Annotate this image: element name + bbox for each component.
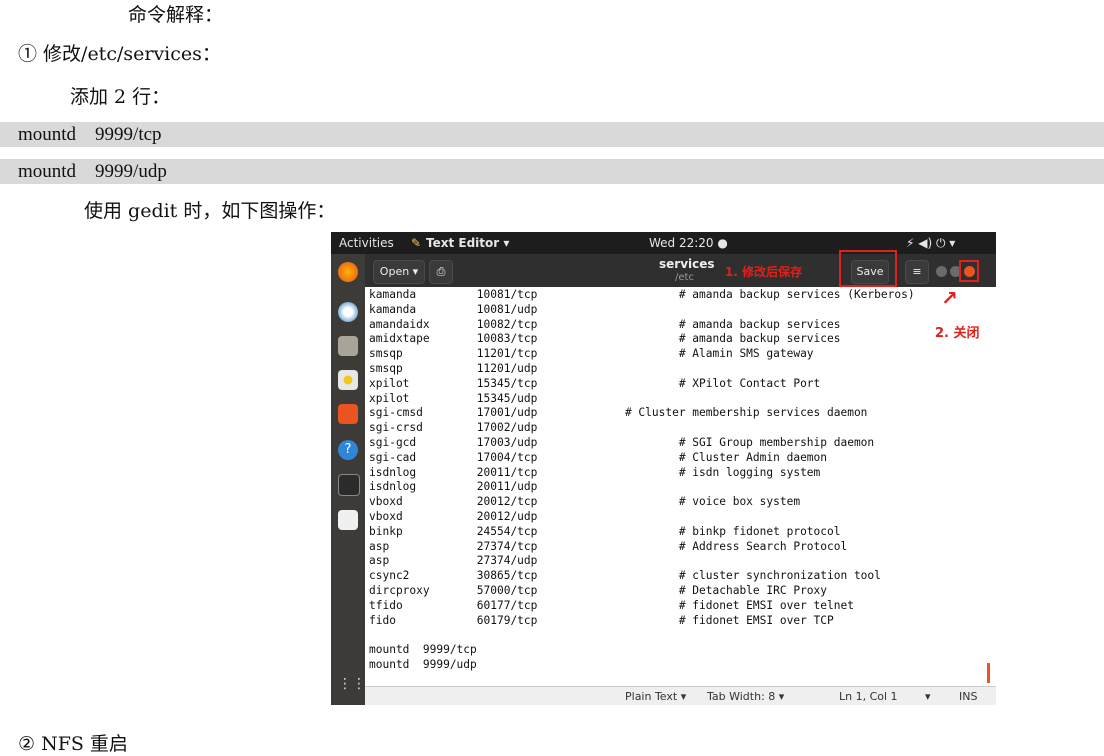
editor-line: sgi-crsd 17002/udp (369, 421, 538, 435)
editor-line: fido 60179/tcp # fidonet EMSI over TCP (369, 613, 834, 627)
code-line-1: mountd 9999/tcp (18, 124, 162, 145)
dock: ? ⋮⋮ (331, 254, 366, 705)
firefox-icon[interactable] (338, 262, 358, 282)
clock[interactable]: Wed 22:20 ● (649, 236, 728, 250)
editor-line: csync2 30865/tcp # cluster synchronizati… (369, 569, 881, 583)
close-highlight-box (959, 260, 979, 282)
editor-line: sgi-gcd 17003/udp # SGI Group membership… (369, 436, 875, 449)
system-tray[interactable]: ⚡ ◀) ⏻ ▾ (906, 236, 955, 251)
cursor-position[interactable]: Ln 1, Col 1 (839, 690, 898, 703)
editor-line: kamanda 10081/tcp # amanda backup servic… (369, 288, 915, 301)
annotation-save: 1. 修改后保存 (725, 265, 803, 279)
new-tab-icon[interactable]: ⎙ (429, 260, 453, 284)
editor-line: xpilot 15345/udp (369, 391, 538, 405)
annotation-close: 2. 关闭 (935, 326, 980, 341)
save-button[interactable]: Save (851, 260, 889, 284)
hamburger-menu-icon[interactable]: ≡ (905, 260, 929, 284)
editor-line: mountd 9999/udp (369, 658, 477, 671)
show-apps-icon[interactable]: ⋮⋮ (338, 674, 366, 694)
doc-line-1: 命令解释： (128, 4, 224, 26)
terminal-icon[interactable] (338, 474, 360, 496)
thunderbird-icon[interactable] (338, 302, 358, 322)
close-arrow-icon: ↗ (941, 286, 958, 310)
file-path: /etc (675, 272, 694, 283)
editor-line: asp 27374/tcp # Address Search Protocol (369, 539, 848, 553)
scroll-indicator[interactable] (987, 663, 990, 683)
editor-line: sgi-cad 17004/tcp # Cluster Admin daemon (369, 450, 828, 464)
editor-line: mountd 9999/tcp (369, 643, 477, 657)
app-menu[interactable]: Text Editor ▾ (426, 236, 509, 250)
text-editor-icon: ✎ (411, 236, 422, 250)
editor-line: amandaidx 10082/tcp # amanda backup serv… (369, 317, 841, 331)
editor-line: isdnlog 20011/udp (369, 480, 538, 494)
files-icon[interactable] (338, 336, 358, 356)
code-block-bg (0, 122, 1104, 147)
activities-button[interactable]: Activities (339, 236, 394, 250)
editor-line: tfido 60177/tcp # fidonet EMSI over teln… (369, 598, 854, 612)
gedit-icon[interactable] (338, 510, 358, 530)
editor-line: sgi-cmsd 17001/udp # Cluster membership … (369, 406, 868, 420)
editor-line: xpilot 15345/tcp # XPilot Contact Port (369, 376, 821, 390)
tab-width-select[interactable]: Tab Width: 8 ▾ (707, 690, 784, 703)
editor-line: vboxd 20012/udp (369, 510, 538, 523)
editor-line: vboxd 20012/tcp # voice box system (369, 495, 801, 509)
minimize-icon[interactable] (936, 266, 947, 277)
doc-line-3: 添加 2 行： (70, 86, 171, 108)
doc-line-4: 使用 gedit 时，如下图操作： (84, 200, 336, 222)
gedit-screenshot: Activities ✎ Text Editor ▾ Wed 22:20 ● ⚡… (331, 232, 996, 705)
headerbar: Open ▾ ⎙ services /etc 1. 修改后保存 Save ≡ (365, 250, 996, 287)
rhythmbox-icon[interactable] (338, 370, 358, 390)
file-title: services (659, 257, 715, 271)
editor-line: dircproxy 57000/tcp # Detachable IRC Pro… (369, 584, 828, 597)
editor-line: smsqp 11201/tcp # Alamin SMS gateway (369, 347, 814, 361)
help-icon[interactable]: ? (338, 440, 358, 460)
software-center-icon[interactable] (338, 404, 358, 424)
editor-line: asp 27374/udp (369, 554, 538, 568)
insert-mode[interactable]: INS (959, 690, 977, 703)
editor-line: smsqp 11201/udp (369, 362, 538, 375)
text-editor-area[interactable]: kamanda 10081/tcp # amanda backup servic… (365, 287, 996, 701)
editor-line: binkp 24554/tcp # binkp fidonet protocol (369, 524, 841, 538)
editor-line: isdnlog 20011/tcp # isdn logging system (369, 465, 821, 479)
language-select[interactable]: Plain Text ▾ (625, 690, 686, 703)
editor-line: kamanda 10081/udp (369, 302, 538, 316)
insert-mode-arrow[interactable]: ▾ (925, 690, 931, 703)
doc-line-5: ② NFS 重启 (18, 733, 128, 755)
status-bar: Plain Text ▾ Tab Width: 8 ▾ Ln 1, Col 1 … (365, 686, 996, 705)
editor-line: amidxtape 10083/tcp # amanda backup serv… (369, 332, 841, 346)
code-line-2: mountd 9999/udp (18, 161, 167, 182)
doc-line-2: ① 修改/etc/services： (18, 43, 221, 65)
open-button[interactable]: Open ▾ (373, 260, 425, 284)
